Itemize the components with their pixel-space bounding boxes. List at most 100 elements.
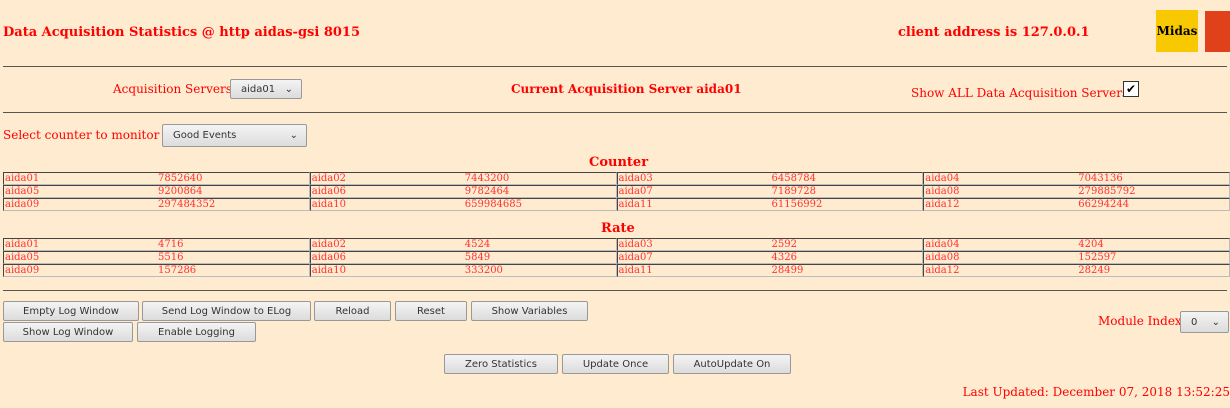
table-cell: aida10 333200 <box>309 264 617 277</box>
server-value: 4204 <box>1078 239 1104 250</box>
server-name: aida09 <box>5 265 40 276</box>
table-cell: aida09 297484352 <box>3 198 310 211</box>
current-server: Current Acquisition Server aida01 <box>511 82 742 96</box>
divider <box>3 112 1227 113</box>
table-cell: aida05 5516 <box>3 251 310 264</box>
empty-log-button[interactable]: Empty Log Window <box>3 301 139 321</box>
table-cell: aida07 4326 <box>616 251 924 264</box>
server-value: 7852640 <box>158 173 203 184</box>
table-cell: aida07 7189728 <box>616 185 924 198</box>
server-name: aida01 <box>5 173 40 184</box>
server-name: aida10 <box>311 265 346 276</box>
server-name: aida02 <box>311 173 346 184</box>
table-row: aida01 4716 aida02 4524 aida03 2592 aida04 4204 <box>3 238 1230 251</box>
servers-label: Acquisition Servers <box>113 82 232 96</box>
table-cell: aida08 279885792 <box>923 185 1230 198</box>
show-log-button[interactable]: Show Log Window <box>3 322 133 342</box>
page-title: Data Acquisition Statistics @ http aidas… <box>3 25 361 40</box>
counter-title: Counter <box>589 155 649 170</box>
show-all-label: Show ALL Data Acquisition Servers? <box>911 86 1135 100</box>
table-cell: aida02 4524 <box>309 238 617 251</box>
autoupdate-button[interactable]: AutoUpdate On <box>673 354 791 374</box>
server-value: 61156992 <box>771 199 823 210</box>
table-cell: aida12 28249 <box>923 264 1230 277</box>
server-name: aida08 <box>925 186 960 197</box>
server-value: 66294244 <box>1078 199 1130 210</box>
send-log-button[interactable]: Send Log Window to ELog <box>142 301 311 321</box>
table-cell: aida11 61156992 <box>616 198 924 211</box>
server-name: aida06 <box>311 252 346 263</box>
update-once-button[interactable]: Update Once <box>562 354 669 374</box>
show-all-checkbox[interactable]: ✔ <box>1123 81 1139 97</box>
module-index-label: Module Index <box>1098 314 1182 328</box>
table-cell: aida03 6458784 <box>616 172 924 185</box>
module-index-value: 0 <box>1191 316 1198 328</box>
counter-select[interactable]: Good Events ⌄ <box>162 124 307 147</box>
table-row: aida09 157286 aida10 333200 aida11 28499 aida1… <box>3 264 1230 277</box>
server-value: 28499 <box>771 265 804 276</box>
chevron-down-icon: ⌄ <box>284 83 293 95</box>
reset-button[interactable]: Reset <box>395 301 467 321</box>
server-value: 659984685 <box>464 199 523 210</box>
table-row: aida09 297484352 aida10 659984685 aida11 6115… <box>3 198 1230 211</box>
midas-logo: Midas <box>1156 10 1198 52</box>
zero-statistics-button[interactable]: Zero Statistics <box>444 354 558 374</box>
server-name: aida05 <box>5 186 40 197</box>
table-cell: aida09 157286 <box>3 264 310 277</box>
reload-button[interactable]: Reload <box>314 301 391 321</box>
server-value: 297484352 <box>158 199 216 210</box>
server-select[interactable]: aida01 ⌄ <box>230 79 302 99</box>
table-cell: aida02 7443200 <box>309 172 617 185</box>
table-cell: aida04 7043136 <box>923 172 1230 185</box>
server-value: 9200864 <box>158 186 203 197</box>
server-name: aida08 <box>925 252 960 263</box>
divider <box>3 290 1227 291</box>
table-cell: aida12 66294244 <box>923 198 1230 211</box>
table-cell: aida10 659984685 <box>309 198 617 211</box>
server-value: 152597 <box>1078 252 1117 263</box>
server-select-value: aida01 <box>241 83 276 95</box>
table-cell: aida01 7852640 <box>3 172 310 185</box>
table-cell: aida05 9200864 <box>3 185 310 198</box>
server-value: 5516 <box>158 252 184 263</box>
rate-table: aida01 4716 aida02 4524 aida03 2592 aida04 4204… <box>3 238 1230 277</box>
server-value: 9782464 <box>464 186 510 197</box>
server-value: 4524 <box>464 239 491 250</box>
server-value: 6458784 <box>771 173 817 184</box>
rate-title: Rate <box>601 221 635 236</box>
server-name: aida04 <box>925 239 960 250</box>
server-name: aida05 <box>5 252 40 263</box>
table-cell: aida04 4204 <box>923 238 1230 251</box>
table-row: aida05 5516 aida06 5849 aida07 4326 aida08 1525… <box>3 251 1230 264</box>
server-name: aida11 <box>618 265 653 276</box>
server-value: 7443200 <box>464 173 510 184</box>
table-row: aida01 7852640 aida02 7443200 aida03 6458784 a… <box>3 172 1230 185</box>
server-name: aida02 <box>311 239 346 250</box>
table-cell: aida08 152597 <box>923 251 1230 264</box>
server-name: aida03 <box>618 173 653 184</box>
server-value: 4716 <box>158 239 184 250</box>
table-cell: aida01 4716 <box>3 238 310 251</box>
server-name: aida11 <box>618 199 653 210</box>
divider <box>3 66 1227 67</box>
chevron-down-icon: ⌄ <box>289 130 298 141</box>
server-value: 7189728 <box>771 186 817 197</box>
server-value: 4326 <box>771 252 797 263</box>
server-name: aida01 <box>5 239 40 250</box>
show-variables-button[interactable]: Show Variables <box>471 301 588 321</box>
server-value: 5849 <box>464 252 491 263</box>
counter-select-value: Good Events <box>173 130 237 141</box>
server-name: aida07 <box>618 252 653 263</box>
table-cell: aida11 28499 <box>616 264 924 277</box>
table-row: aida05 9200864 aida06 9782464 aida07 7189728 a… <box>3 185 1230 198</box>
server-value: 7043136 <box>1078 173 1123 184</box>
table-cell: aida06 5849 <box>309 251 617 264</box>
server-value: 157286 <box>158 265 197 276</box>
server-name: aida03 <box>618 239 653 250</box>
server-value: 279885792 <box>1078 186 1136 197</box>
server-value: 28249 <box>1078 265 1111 276</box>
enable-logging-button[interactable]: Enable Logging <box>137 322 256 342</box>
server-name: aida10 <box>311 199 346 210</box>
module-index-select[interactable]: 0 ⌄ <box>1180 311 1229 333</box>
server-name: aida04 <box>925 173 960 184</box>
